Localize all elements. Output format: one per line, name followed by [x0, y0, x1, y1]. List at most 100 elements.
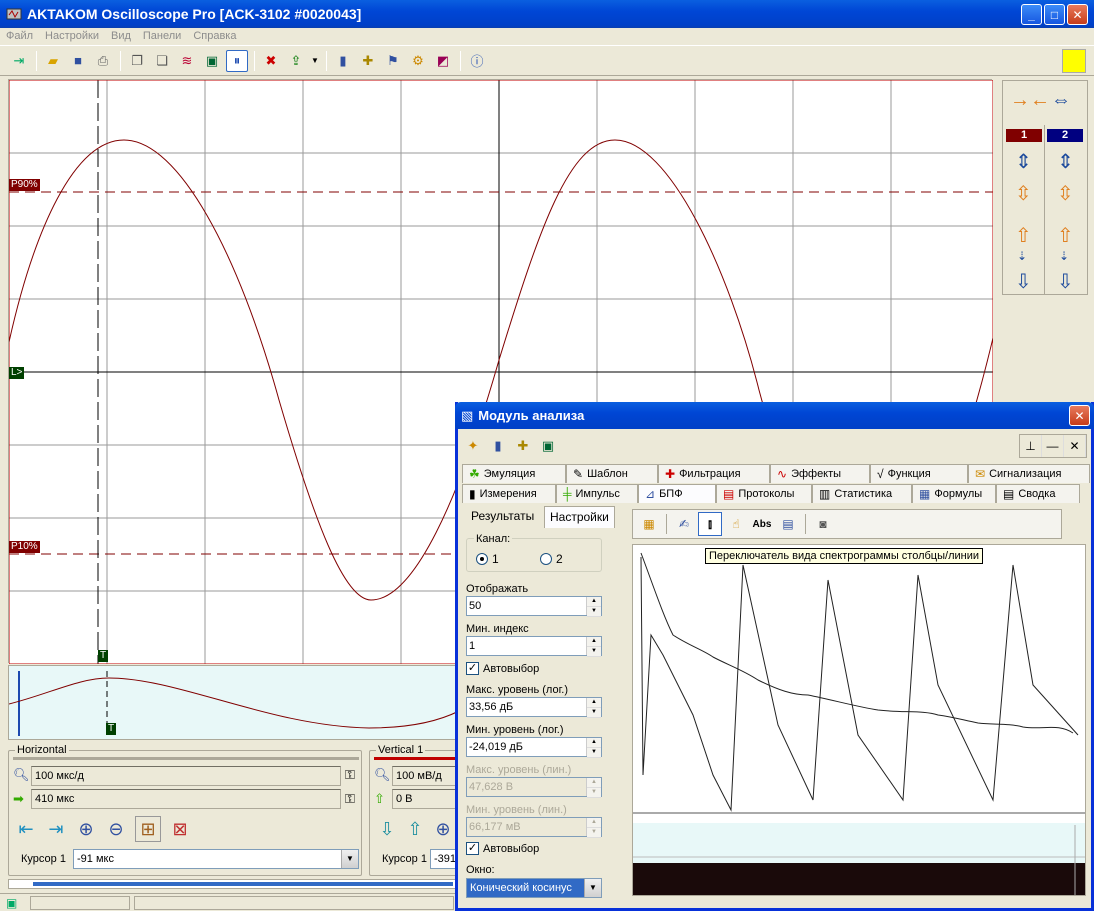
waveform-icon[interactable]: ≋: [176, 50, 198, 72]
help-icon[interactable]: ⓘ: [466, 50, 488, 72]
tab-filtering[interactable]: ✚ Фильтрация: [658, 464, 770, 483]
min-log-spinner[interactable]: -24,019 дБ ▲ ▼: [466, 737, 602, 758]
vertical-offset-field[interactable]: 0 В: [392, 789, 462, 809]
spectrum-camera-icon[interactable]: ◙: [811, 512, 835, 536]
window-function-select[interactable]: Конический косинус ▼: [466, 878, 602, 898]
scrollbar-thumb[interactable]: [33, 882, 453, 886]
tab-formulas[interactable]: ▦ Формулы: [912, 484, 996, 503]
window-dropdown-icon[interactable]: ▼: [584, 879, 601, 897]
timebase-lock-icon[interactable]: ⚿: [345, 767, 355, 783]
analysis-tool-icon[interactable]: ◩: [432, 50, 454, 72]
move-left-button[interactable]: ⇤: [13, 816, 39, 842]
ch2-move-up-icon[interactable]: ⇧: [1057, 223, 1074, 248]
tab-function[interactable]: √ Функция: [870, 464, 968, 483]
zoom-fit-button[interactable]: ⊞: [135, 816, 161, 842]
screen-capture-icon[interactable]: ▣: [201, 50, 223, 72]
expand-horizontal-icon[interactable]: ⇔: [1051, 89, 1071, 112]
abs-button[interactable]: Abs: [750, 512, 774, 536]
module-cursor-icon[interactable]: ✚: [512, 435, 534, 457]
spectrum-bars-lines-toggle-icon[interactable]: ⫾: [698, 512, 722, 536]
cursor-tool-icon[interactable]: ✚: [357, 50, 379, 72]
module-close-button[interactable]: ✕: [1069, 405, 1090, 426]
paste-icon[interactable]: ❏: [151, 50, 173, 72]
offset-lock-icon[interactable]: ⚿: [345, 791, 355, 807]
tab-statistics[interactable]: ▥ Статистика: [812, 484, 912, 503]
ch2-collapse-vertical-icon[interactable]: ⇳: [1057, 181, 1074, 206]
spectrum-auto-icon[interactable]: ▦: [637, 512, 661, 536]
tab-signaling[interactable]: ✉ Сигнализация: [968, 464, 1090, 483]
tab-template[interactable]: ✎ Шаблон: [566, 464, 658, 483]
channel-radio-1[interactable]: 1: [476, 552, 499, 566]
zoom-out-button[interactable]: ⊖: [103, 816, 129, 842]
copy-icon[interactable]: ❐: [126, 50, 148, 72]
maximize-button[interactable]: □: [1044, 4, 1065, 25]
time-offset-field[interactable]: 410 мкс: [31, 789, 341, 809]
move-right-button[interactable]: ⇥: [43, 816, 69, 842]
open-folder-icon[interactable]: ▰: [42, 50, 64, 72]
subtab-settings[interactable]: Настройки: [544, 506, 615, 528]
spectrum-hand-icon[interactable]: ☝: [724, 512, 748, 536]
print-icon[interactable]: ⎙: [92, 50, 114, 72]
module-graph-icon[interactable]: ▣: [537, 435, 559, 457]
chevron-down-icon[interactable]: ▼: [341, 850, 358, 868]
tab-summary[interactable]: ▤ Сводка: [996, 484, 1080, 503]
info-panel-icon[interactable]: ▮: [332, 50, 354, 72]
menu-help[interactable]: Справка: [193, 28, 236, 45]
dropdown-arrow-icon[interactable]: ▼: [310, 50, 320, 72]
horizontal-scrollbar[interactable]: [8, 879, 458, 889]
marker-trigger[interactable]: T: [98, 650, 109, 662]
max-log-spinner[interactable]: 33,56 дБ ▲ ▼: [466, 697, 602, 718]
subtab-results[interactable]: Результаты: [466, 506, 539, 528]
channel-radio-2[interactable]: 2: [540, 552, 563, 566]
autoselect-checkbox[interactable]: ✓ Автовыбор: [466, 662, 539, 675]
tab-emulation[interactable]: ☘ Эмуляция: [462, 464, 566, 483]
menu-file[interactable]: Файл: [6, 28, 33, 45]
module-star-icon[interactable]: ✦: [462, 435, 484, 457]
vertical-up-button[interactable]: ⇧: [402, 816, 428, 842]
vertical-zoom-button[interactable]: ⊕: [430, 816, 456, 842]
settings-tool-icon[interactable]: ⚙: [407, 50, 429, 72]
menu-settings[interactable]: Настройки: [45, 28, 99, 45]
exit-icon[interactable]: ⇥: [8, 50, 30, 72]
delete-icon[interactable]: ✖: [260, 50, 282, 72]
zoom-reset-button[interactable]: ⊠: [167, 816, 193, 842]
spectrum-pen-icon[interactable]: ✍: [672, 512, 696, 536]
ch1-expand-vertical-icon[interactable]: ⇕: [1015, 149, 1032, 174]
marker-level[interactable]: L>: [9, 367, 25, 379]
ch1-step-icon[interactable]: ⇣: [1017, 249, 1027, 263]
spectrum-display[interactable]: Переключатель вида спектрограммы столбцы…: [632, 544, 1086, 896]
marker-p10[interactable]: P10%: [9, 541, 40, 553]
tab-pulse[interactable]: ╪ Импульс: [556, 484, 638, 503]
mdi-minimize-icon[interactable]: —: [1042, 435, 1064, 457]
ch1-move-up-icon[interactable]: ⇧: [1015, 223, 1032, 248]
pause-icon[interactable]: ⏸: [226, 49, 248, 72]
save-icon[interactable]: ■: [67, 50, 89, 72]
measure-tool-icon[interactable]: ⚑: [382, 50, 404, 72]
vertical-down-button[interactable]: ⇩: [374, 816, 400, 842]
tab-fft[interactable]: ⊿ БПФ: [638, 484, 716, 503]
tab-measurements[interactable]: ▮ Измерения: [462, 484, 556, 503]
export-icon[interactable]: ⇪: [285, 50, 307, 72]
mdi-restore-icon[interactable]: ⊥: [1020, 435, 1042, 457]
close-button[interactable]: ✕: [1067, 4, 1088, 25]
tab-effects[interactable]: ∿ Эффекты: [770, 464, 870, 483]
module-info-icon[interactable]: ▮: [487, 435, 509, 457]
minimize-button[interactable]: _: [1021, 4, 1042, 25]
min-index-spinner[interactable]: 1 ▲ ▼: [466, 636, 602, 657]
collapse-horizontal-icon[interactable]: →←: [1010, 89, 1050, 112]
display-spinner[interactable]: 50 ▲ ▼: [466, 596, 602, 617]
menu-view[interactable]: Вид: [111, 28, 131, 45]
ch2-expand-vertical-icon[interactable]: ⇕: [1057, 149, 1074, 174]
horizontal-cursor-select[interactable]: -91 мкс ▼: [73, 849, 359, 869]
tab-protocols[interactable]: ▤ Протоколы: [716, 484, 812, 503]
autoselect-lin-checkbox[interactable]: ✓ Автовыбор: [466, 842, 539, 855]
spectrum-table-icon[interactable]: ▤: [776, 512, 800, 536]
zoom-in-button[interactable]: ⊕: [73, 816, 99, 842]
menu-panels[interactable]: Панели: [143, 28, 181, 45]
overview-trigger-marker[interactable]: T: [106, 723, 117, 735]
ch2-move-down-icon[interactable]: ⇩: [1057, 269, 1074, 294]
mdi-close-icon[interactable]: ✕: [1064, 435, 1086, 457]
ch1-move-down-icon[interactable]: ⇩: [1015, 269, 1032, 294]
timebase-field[interactable]: 100 мкс/д: [31, 766, 341, 786]
ch2-step-icon[interactable]: ⇣: [1059, 249, 1069, 263]
